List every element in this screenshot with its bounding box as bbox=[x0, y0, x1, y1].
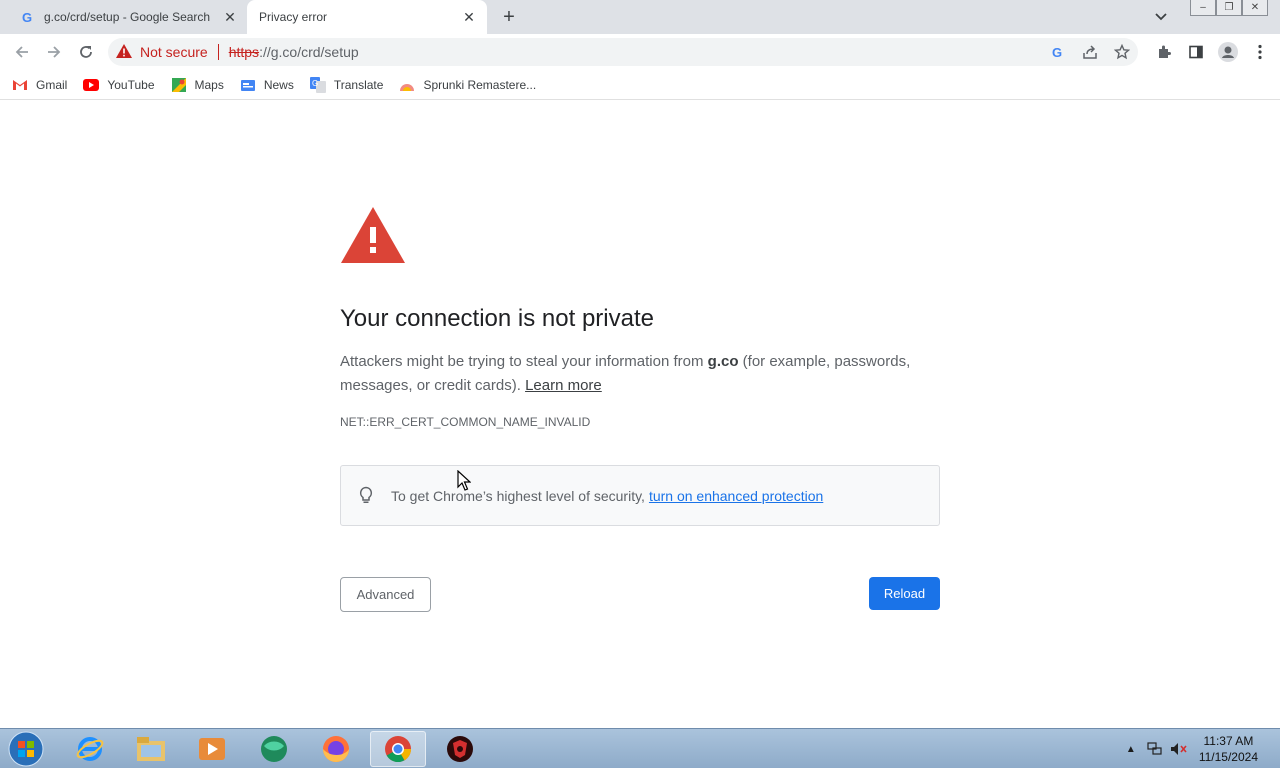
learn-more-link[interactable]: Learn more bbox=[525, 377, 602, 394]
sprunki-icon bbox=[399, 77, 415, 93]
bookmark-label: Maps bbox=[194, 77, 224, 92]
tab-title: g.co/crd/setup - Google Search bbox=[44, 10, 211, 24]
not-secure-label: Not secure bbox=[140, 44, 208, 60]
bookmark-label: News bbox=[263, 77, 294, 92]
bookmark-gmail[interactable]: Gmail bbox=[12, 77, 67, 93]
system-clock[interactable]: 11:37 AM 11/15/2024 bbox=[1199, 733, 1258, 765]
game-app-icon[interactable] bbox=[432, 731, 488, 767]
forward-button[interactable] bbox=[40, 38, 68, 66]
globe-app-icon[interactable] bbox=[246, 731, 302, 767]
firefox-icon[interactable] bbox=[308, 731, 364, 767]
windows-taskbar: ▲ 11:37 AM 11/15/2024 bbox=[0, 728, 1280, 768]
bookmark-translate[interactable]: G Translate bbox=[309, 76, 384, 93]
browser-toolbar: Not secure https://g.co/crd/setup G bbox=[0, 34, 1280, 70]
minimize-button[interactable]: – bbox=[1190, 0, 1216, 16]
google-lens-icon[interactable]: G bbox=[1042, 38, 1074, 66]
profile-avatar-icon[interactable] bbox=[1212, 38, 1244, 66]
error-code: NET::ERR_CERT_COMMON_NAME_INVALID bbox=[340, 415, 591, 429]
lightbulb-icon bbox=[357, 486, 375, 506]
gmail-icon bbox=[12, 77, 28, 93]
svg-text:G: G bbox=[1052, 45, 1062, 59]
maps-icon bbox=[171, 77, 187, 93]
new-tab-button[interactable]: + bbox=[498, 6, 520, 28]
security-indicator[interactable]: Not secure bbox=[108, 43, 208, 61]
side-panel-icon[interactable] bbox=[1180, 38, 1212, 66]
window-controls: – ❐ ✕ bbox=[1190, 0, 1268, 18]
close-window-button[interactable]: ✕ bbox=[1242, 0, 1268, 16]
internet-explorer-icon[interactable] bbox=[62, 731, 118, 767]
url-rest: ://g.co/crd/setup bbox=[259, 44, 359, 60]
bookmarks-bar: Gmail YouTube Maps News G Translate Spru… bbox=[0, 70, 1280, 100]
volume-muted-icon[interactable] bbox=[1167, 737, 1191, 761]
start-button[interactable] bbox=[6, 731, 46, 767]
chrome-icon[interactable] bbox=[370, 731, 426, 767]
enhanced-protection-link[interactable]: turn on enhanced protection bbox=[649, 488, 823, 504]
tab-strip: G g.co/crd/setup - Google Search ✕ Priva… bbox=[0, 0, 1280, 34]
svg-text:G: G bbox=[312, 79, 318, 88]
enhanced-text: To get Chrome’s highest level of securit… bbox=[391, 487, 645, 504]
warning-icon bbox=[116, 43, 132, 61]
advanced-button[interactable]: Advanced bbox=[340, 577, 431, 612]
bookmark-maps[interactable]: Maps bbox=[171, 77, 224, 93]
divider bbox=[217, 44, 219, 60]
file-explorer-icon[interactable] bbox=[123, 731, 179, 767]
warning-triangle-icon bbox=[340, 205, 406, 265]
page-title: Your connection is not private bbox=[340, 305, 654, 332]
omnibox-actions: G bbox=[1042, 38, 1138, 66]
bookmark-star-icon[interactable] bbox=[1106, 38, 1138, 66]
bookmark-sprunki[interactable]: Sprunki Remastere... bbox=[399, 77, 536, 93]
address-bar[interactable]: Not secure https://g.co/crd/setup G bbox=[108, 38, 1138, 66]
media-player-icon[interactable] bbox=[184, 731, 240, 767]
menu-kebab-icon[interactable] bbox=[1244, 38, 1276, 66]
tab-google-search[interactable]: G g.co/crd/setup - Google Search ✕ bbox=[8, 0, 248, 34]
bookmark-news[interactable]: News bbox=[240, 77, 294, 93]
bookmark-label: YouTube bbox=[107, 77, 155, 92]
clock-date: 11/15/2024 bbox=[1198, 750, 1258, 764]
tab-privacy-error[interactable]: Privacy error ✕ bbox=[247, 0, 487, 34]
bookmark-label: Sprunki Remastere... bbox=[423, 77, 537, 92]
reload-button[interactable]: Reload bbox=[869, 577, 940, 610]
close-tab-icon[interactable]: ✕ bbox=[220, 7, 240, 27]
url-scheme: https bbox=[228, 44, 260, 60]
show-hidden-icons-icon[interactable]: ▲ bbox=[1119, 737, 1143, 761]
extensions-icon[interactable] bbox=[1148, 38, 1180, 66]
network-icon[interactable] bbox=[1143, 737, 1167, 761]
chevron-down-icon[interactable] bbox=[1150, 7, 1172, 27]
mouse-cursor-icon bbox=[457, 469, 472, 492]
reload-icon[interactable] bbox=[72, 38, 100, 66]
clock-time: 11:37 AM bbox=[1203, 734, 1254, 748]
toolbar-right bbox=[1148, 38, 1276, 66]
share-icon[interactable] bbox=[1074, 38, 1106, 66]
explanation-text: Attackers might be trying to steal your … bbox=[340, 353, 911, 394]
translate-icon: G bbox=[309, 76, 326, 93]
domain-name: g.co bbox=[707, 353, 739, 370]
news-icon bbox=[240, 77, 256, 93]
tab-title: Privacy error bbox=[259, 10, 328, 24]
close-tab-icon[interactable]: ✕ bbox=[459, 7, 479, 27]
bookmark-label: Gmail bbox=[36, 77, 68, 92]
restore-button[interactable]: ❐ bbox=[1216, 0, 1242, 16]
enhanced-protection-box: To get Chrome’s highest level of securit… bbox=[340, 465, 940, 526]
system-tray: ▲ 11:37 AM 11/15/2024 bbox=[1119, 729, 1280, 769]
youtube-icon bbox=[83, 77, 100, 93]
url-text[interactable]: https://g.co/crd/setup bbox=[229, 44, 359, 60]
svg-text:G: G bbox=[22, 10, 32, 24]
google-g-icon: G bbox=[20, 9, 36, 25]
back-button[interactable] bbox=[8, 38, 36, 66]
bookmark-label: Translate bbox=[333, 77, 384, 92]
bookmark-youtube[interactable]: YouTube bbox=[83, 77, 155, 93]
